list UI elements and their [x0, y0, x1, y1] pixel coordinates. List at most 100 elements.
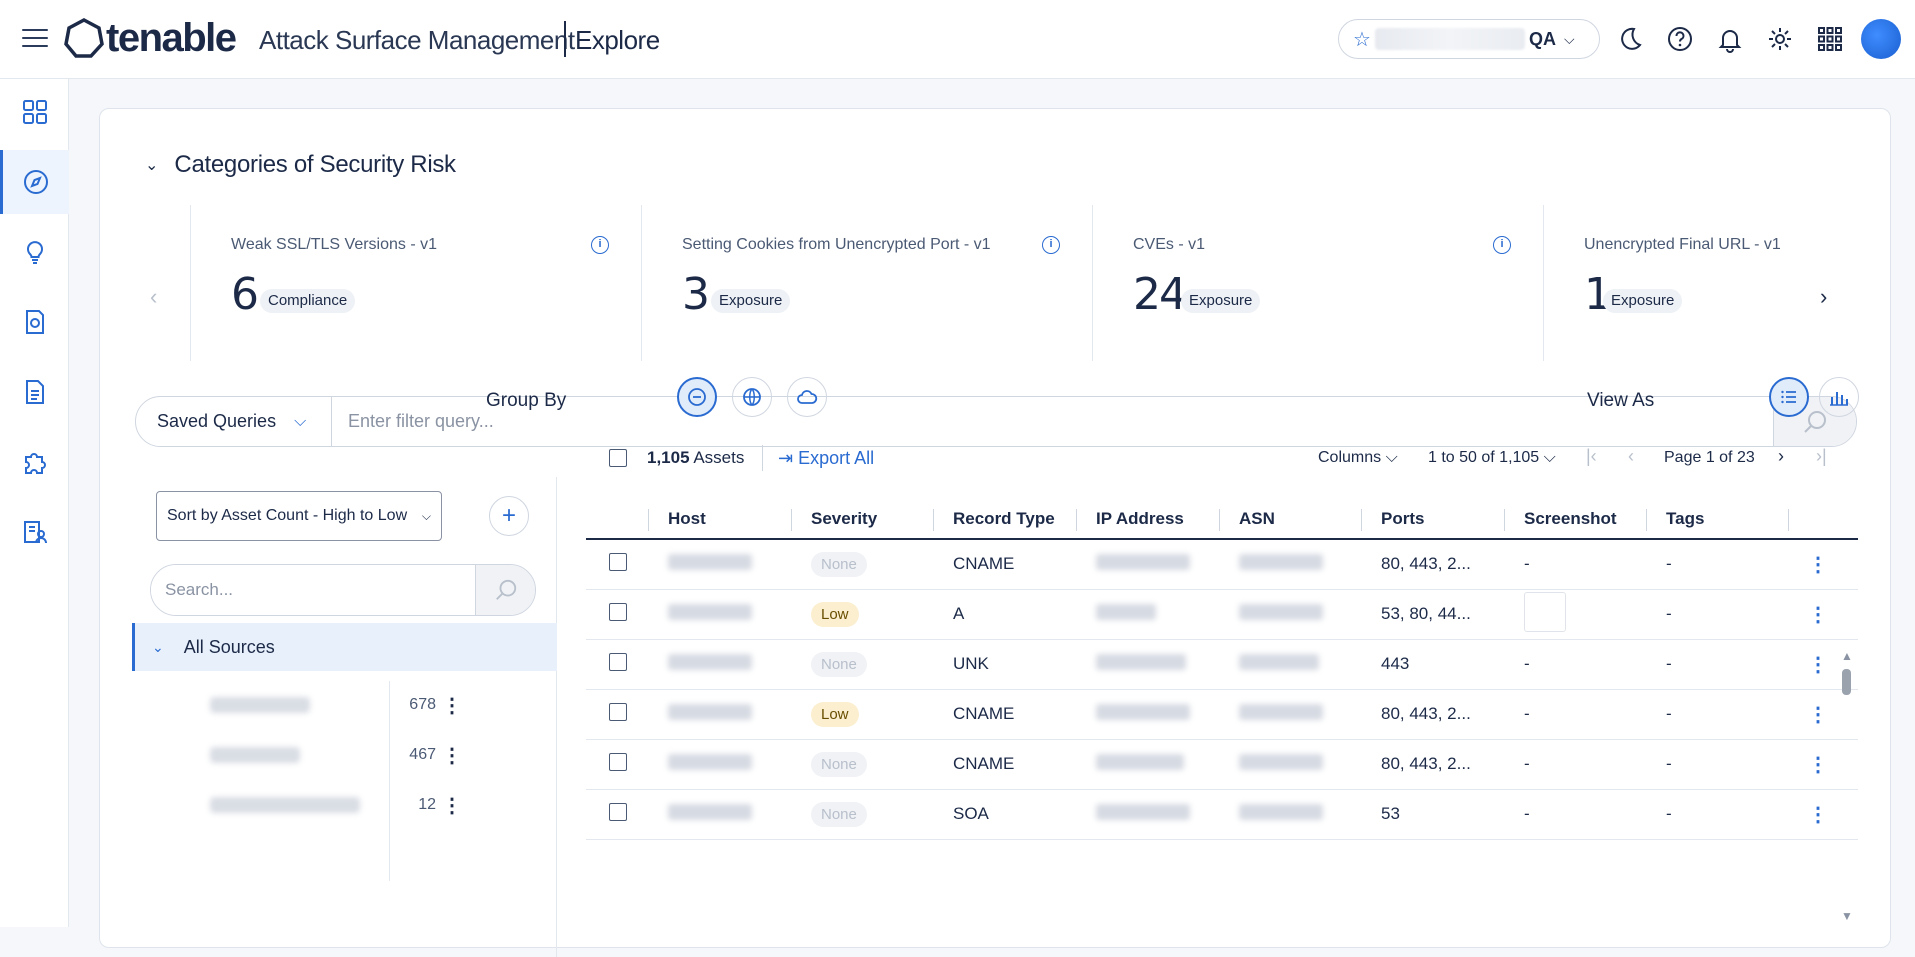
view-as-chart-button[interactable] [1819, 377, 1859, 417]
carousel-next-icon[interactable]: › [1820, 284, 1827, 310]
column-header-host[interactable]: Host [648, 499, 791, 540]
source-item[interactable]: 467 ⋮ [210, 735, 510, 775]
nav-reports[interactable] [0, 290, 69, 354]
asset-count: 1,105 Assets [647, 448, 744, 468]
source-name-redacted [210, 797, 360, 813]
all-sources-item[interactable]: ⌄ All Sources [132, 623, 557, 671]
row-checkbox[interactable] [609, 552, 627, 571]
prev-page-icon[interactable]: ‹ [1628, 446, 1634, 467]
assets-toolbar: 1,105 Assets ⇥ Export All Columns ⌵ 1 to… [486, 438, 1827, 478]
gear-icon[interactable] [1766, 25, 1794, 53]
nav-user-reports[interactable] [0, 500, 69, 564]
scroll-thumb[interactable] [1842, 669, 1851, 695]
carousel-prev-icon[interactable]: ‹ [150, 284, 157, 310]
group-by-none-button[interactable] [677, 377, 717, 417]
risk-card-count: 24 [1133, 269, 1187, 320]
row-checkbox[interactable] [609, 602, 627, 621]
risk-card[interactable]: Unencrypted Final URL - v1 1 Exposure [1543, 205, 1783, 361]
source-search-input[interactable] [151, 565, 475, 615]
nav-integrations[interactable] [0, 430, 69, 494]
risk-section-header[interactable]: ⌄ Categories of Security Risk [145, 151, 456, 179]
info-icon[interactable]: i [1493, 236, 1511, 254]
risk-card[interactable]: Weak SSL/TLS Versions - v1 i 6 Complianc… [190, 205, 641, 361]
table-row[interactable]: None CNAME 80, 443, 2... - - ⋮ [586, 739, 1858, 790]
source-item[interactable]: 678 ⋮ [210, 685, 510, 725]
table-row[interactable]: None UNK 443 - - ⋮ [586, 639, 1858, 690]
workspace-selector[interactable]: ☆ QA ⌵ [1338, 19, 1600, 59]
column-header-record-type[interactable]: Record Type [933, 499, 1076, 540]
more-options-icon[interactable]: ⋮ [442, 793, 462, 818]
more-options-icon[interactable]: ⋮ [1808, 654, 1828, 676]
saved-queries-label: Saved Queries [157, 411, 277, 431]
asn-redacted [1239, 603, 1323, 620]
columns-dropdown[interactable]: Columns ⌵ [1318, 449, 1398, 467]
column-header-tags[interactable]: Tags [1646, 499, 1788, 540]
table-row[interactable]: Low CNAME 80, 443, 2... - - ⋮ [586, 689, 1858, 740]
source-item[interactable]: 12 ⋮ [210, 785, 510, 825]
more-options-icon[interactable]: ⋮ [1808, 754, 1828, 776]
search-icon [1804, 410, 1826, 433]
row-checkbox[interactable] [609, 752, 627, 771]
record-type-cell: SOA [933, 789, 1076, 840]
scroll-down-icon[interactable]: ▼ [1841, 909, 1853, 923]
next-page-icon[interactable]: › [1778, 446, 1784, 467]
record-type-cell: UNK [933, 639, 1076, 690]
view-as-list-button[interactable] [1769, 377, 1809, 417]
chevron-down-icon: ⌄ [152, 638, 164, 655]
more-options-icon[interactable]: ⋮ [1808, 704, 1828, 726]
risk-card-title: Setting Cookies from Unencrypted Port - … [682, 236, 991, 253]
group-by-cloud-button[interactable] [787, 377, 827, 417]
select-all-checkbox[interactable] [609, 449, 627, 467]
group-by-domain-button[interactable] [732, 377, 772, 417]
nav-documents[interactable] [0, 360, 69, 424]
table-scrollbar[interactable]: ▲ ▼ [1841, 649, 1853, 923]
table-row[interactable]: None SOA 53 - - ⋮ [586, 789, 1858, 840]
last-page-icon[interactable]: ›| [1816, 446, 1827, 467]
risk-card-badge: Exposure [711, 289, 791, 313]
bell-icon[interactable] [1716, 25, 1744, 53]
ip-redacted [1096, 653, 1186, 670]
column-header-ports[interactable]: Ports [1361, 499, 1504, 540]
first-page-icon[interactable]: |‹ [1586, 446, 1597, 467]
tags-cell: - [1646, 789, 1788, 840]
section-title: Categories of Security Risk [174, 151, 456, 178]
apps-grid-icon[interactable] [1816, 25, 1844, 53]
avatar[interactable] [1861, 19, 1901, 59]
add-source-button[interactable]: + [489, 496, 529, 536]
nav-insights[interactable] [0, 220, 69, 284]
saved-queries-dropdown[interactable]: Saved Queries ⌵ [136, 397, 332, 446]
risk-card[interactable]: Setting Cookies from Unencrypted Port - … [641, 205, 1092, 361]
row-checkbox[interactable] [609, 702, 627, 721]
moon-icon[interactable] [1616, 25, 1644, 53]
risk-card[interactable]: CVEs - v1 i 24 Exposure [1092, 205, 1543, 361]
row-checkbox[interactable] [609, 652, 627, 671]
column-header-severity[interactable]: Severity [791, 499, 933, 540]
nav-dashboard[interactable] [0, 80, 69, 144]
search-icon [495, 579, 516, 600]
source-search-button[interactable] [475, 565, 535, 615]
sort-select[interactable]: Sort by Asset Count - High to Low ⌵ [156, 491, 442, 541]
help-icon[interactable] [1666, 25, 1694, 53]
column-header-asn[interactable]: ASN [1219, 499, 1361, 540]
info-icon[interactable]: i [1042, 236, 1060, 254]
info-icon[interactable]: i [591, 236, 609, 254]
table-row[interactable]: None CNAME 80, 443, 2... - - ⋮ [586, 539, 1858, 590]
more-options-icon[interactable]: ⋮ [442, 743, 462, 768]
more-options-icon[interactable]: ⋮ [1808, 604, 1828, 626]
column-header-ip-address[interactable]: IP Address [1076, 499, 1219, 540]
page-size-dropdown[interactable]: 1 to 50 of 1,105 ⌵ [1428, 449, 1556, 467]
menu-icon[interactable] [22, 29, 48, 49]
more-options-icon[interactable]: ⋮ [442, 693, 462, 718]
export-all-button[interactable]: ⇥ Export All [778, 448, 874, 469]
record-type-cell: CNAME [933, 539, 1076, 590]
host-redacted [668, 653, 752, 670]
tenable-logo[interactable]: tenable [64, 16, 237, 60]
row-checkbox[interactable] [609, 802, 627, 821]
more-options-icon[interactable]: ⋮ [1808, 554, 1828, 576]
table-row[interactable]: Low A 53, 80, 44... - ⋮ [586, 589, 1858, 640]
nav-explore[interactable] [0, 150, 69, 214]
scroll-up-icon[interactable]: ▲ [1841, 649, 1853, 663]
column-header-screenshot[interactable]: Screenshot [1504, 499, 1646, 540]
more-options-icon[interactable]: ⋮ [1808, 804, 1828, 826]
screenshot-thumbnail[interactable] [1524, 591, 1566, 632]
